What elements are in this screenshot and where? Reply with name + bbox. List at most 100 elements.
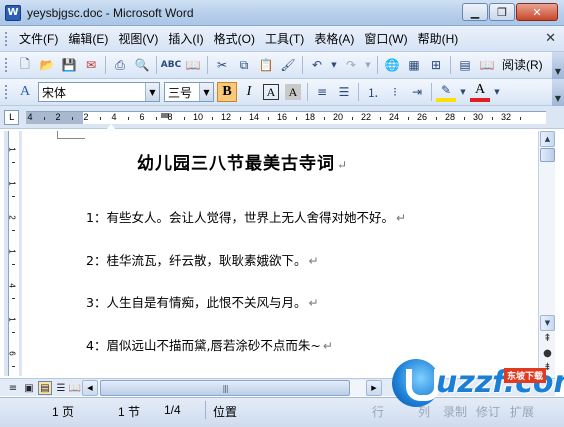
close-button[interactable]: ✕: [516, 3, 558, 21]
vruler-number: 2: [7, 215, 17, 220]
toolbar-separator: [358, 83, 359, 101]
font-size-select[interactable]: 三号 ▼: [164, 82, 214, 102]
menu-edit[interactable]: 编辑(E): [63, 29, 113, 49]
menu-format[interactable]: 格式(O): [209, 29, 260, 49]
character-shading-button[interactable]: A: [285, 84, 301, 100]
document-map-icon[interactable]: ▤: [455, 55, 475, 75]
font-color-button[interactable]: A: [470, 82, 490, 102]
normal-view-icon[interactable]: ≡: [6, 381, 20, 395]
bold-button[interactable]: B: [217, 82, 237, 102]
menu-help[interactable]: 帮助(H): [413, 29, 464, 49]
distributed-icon[interactable]: ☰: [334, 82, 354, 102]
read-icon[interactable]: 📖: [477, 55, 497, 75]
menu-table[interactable]: 表格(A): [309, 29, 359, 49]
toolbar-grip[interactable]: [4, 84, 8, 100]
tab-selector-icon[interactable]: L: [4, 110, 19, 125]
document-line[interactable]: 2：桂华流瓦，纤云散，耿耿素娥欲下。 ↵: [86, 250, 319, 269]
ruler-tick: [100, 117, 101, 120]
bullets-icon[interactable]: ⁝: [385, 82, 405, 102]
menu-view[interactable]: 视图(V): [113, 29, 163, 49]
web-view-icon[interactable]: ▣: [22, 381, 36, 395]
ruler-number: 4: [111, 112, 117, 122]
scroll-down-icon[interactable]: ▼: [540, 315, 555, 331]
highlight-icon[interactable]: ✎: [436, 82, 456, 102]
ruler-number: 2: [83, 112, 89, 122]
tables-borders-icon[interactable]: ▦: [404, 55, 424, 75]
word-icon[interactable]: W: [5, 4, 21, 21]
insert-table-icon[interactable]: ⊞: [426, 55, 446, 75]
ruler-tick: [492, 117, 493, 120]
print-preview-icon[interactable]: 🔍: [132, 55, 152, 75]
outline-view-icon[interactable]: ☰: [54, 381, 68, 395]
horizontal-scroll-thumb[interactable]: |||: [100, 380, 350, 396]
vertical-ruler[interactable]: 1 1 2 1 4 1 6: [4, 131, 22, 376]
increase-indent-icon[interactable]: ⇥: [407, 82, 427, 102]
line-text: 2：桂华流瓦，纤云散，耿耿素娥欲下。: [86, 253, 307, 268]
chevron-down-icon[interactable]: ▼: [199, 83, 213, 101]
ruler-number: 2: [55, 112, 61, 122]
numbering-icon[interactable]: ⒈: [363, 82, 383, 102]
status-separator: [205, 401, 206, 419]
save-icon[interactable]: 💾: [59, 55, 79, 75]
vruler-tick: [12, 332, 15, 333]
vruler-tick: [12, 298, 15, 299]
redo-icon[interactable]: ↷: [341, 55, 361, 75]
styles-icon[interactable]: A: [15, 82, 35, 102]
paste-icon[interactable]: 📋: [256, 55, 276, 75]
scroll-left-icon[interactable]: ◀: [82, 380, 98, 396]
paragraph-mark: ↵: [395, 211, 407, 225]
open-folder-icon[interactable]: 📂: [37, 55, 57, 75]
toolbar-options-icon[interactable]: ▼: [552, 52, 564, 79]
minimize-button[interactable]: ▁: [462, 3, 488, 21]
left-indent-marker[interactable]: [106, 124, 116, 130]
undo-icon[interactable]: ↶: [307, 55, 327, 75]
document-line[interactable]: 1：有些女人。会让人觉得，世界上无人舍得对她不好。 ↵: [86, 207, 406, 226]
copy-icon[interactable]: ⧉: [234, 55, 254, 75]
scroll-thumb[interactable]: [540, 148, 555, 162]
menu-window[interactable]: 窗口(W): [359, 29, 412, 49]
redo-dropdown-icon[interactable]: ▼: [363, 55, 373, 75]
close-document-icon[interactable]: ✕: [545, 31, 556, 46]
font-color-dropdown-icon[interactable]: ▼: [492, 82, 502, 102]
scroll-up-icon[interactable]: ▲: [540, 131, 555, 147]
hyperlink-icon[interactable]: 🌐: [382, 55, 402, 75]
document-line[interactable]: 3：人生自是有情痴，此恨不关风与月。 ↵: [86, 292, 319, 311]
document-title[interactable]: 幼儿园三八节最美古寺词 ↵: [137, 149, 348, 174]
status-page-of: 1/4: [164, 403, 181, 417]
document-line[interactable]: 4：眉似远山不描而黛,唇若涂砂不点而朱~ ↵: [86, 335, 333, 354]
italic-button[interactable]: I: [239, 82, 259, 102]
permission-icon[interactable]: ✉: [81, 55, 101, 75]
read-button[interactable]: 阅读(R): [498, 55, 547, 75]
ruler-tick: [240, 117, 241, 120]
justify-icon[interactable]: ≡: [312, 82, 332, 102]
horizontal-ruler[interactable]: 4 2 2 4 6 8 10 12 14 16 18 20 22 24 26 28 30 32: [26, 111, 546, 130]
margin-corner-mark: [57, 131, 85, 139]
vertical-scrollbar[interactable]: ▲ ▼ ⇞ ● ⇟: [538, 131, 555, 378]
toolbar-grip[interactable]: [4, 57, 8, 73]
menu-file[interactable]: 文件(F): [14, 29, 63, 49]
ruler-tick: [408, 117, 409, 120]
menu-grip[interactable]: [4, 30, 8, 47]
cut-icon[interactable]: ✂: [212, 55, 232, 75]
spelling-icon[interactable]: ABC: [161, 55, 181, 75]
new-document-icon[interactable]: 🗋: [15, 55, 35, 75]
print-layout-icon[interactable]: ▤: [38, 381, 52, 395]
character-border-button[interactable]: A: [263, 84, 279, 100]
undo-dropdown-icon[interactable]: ▼: [329, 55, 339, 75]
document-page[interactable]: 幼儿园三八节最美古寺词 ↵ 1：有些女人。会让人觉得，世界上无人舍得对她不好。 ↵ …: [25, 131, 538, 378]
reading-view-icon[interactable]: 📖: [68, 381, 82, 395]
format-painter-icon[interactable]: 🖌: [278, 55, 298, 75]
menu-insert[interactable]: 插入(I): [163, 29, 208, 49]
previous-page-icon[interactable]: ⇞: [541, 333, 554, 344]
maximize-button[interactable]: ❐: [489, 3, 515, 21]
scroll-right-icon[interactable]: ▶: [366, 380, 382, 396]
chevron-down-icon[interactable]: ▼: [145, 83, 159, 101]
highlight-dropdown-icon[interactable]: ▼: [458, 82, 468, 102]
toolbar-options-icon[interactable]: ▼: [552, 79, 564, 106]
horizontal-scrollbar[interactable]: ◀ ||| ▶: [82, 380, 382, 396]
status-line: 行: [372, 405, 385, 419]
font-name-select[interactable]: 宋体 ▼: [38, 82, 160, 102]
print-icon[interactable]: ⎙: [110, 55, 130, 75]
menu-tools[interactable]: 工具(T): [260, 29, 309, 49]
research-icon[interactable]: 📖: [183, 55, 203, 75]
